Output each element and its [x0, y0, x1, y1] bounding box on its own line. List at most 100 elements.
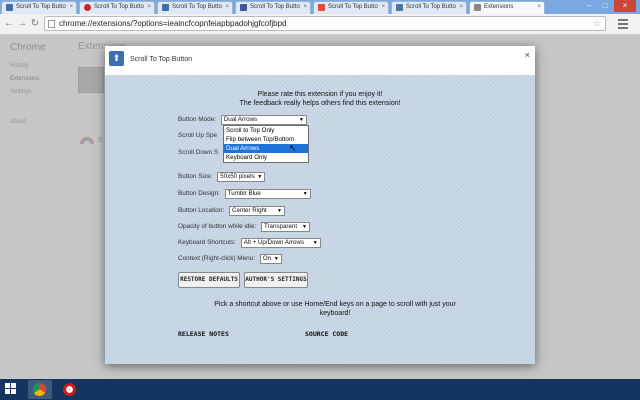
keyboard-shortcuts-value: Alt + Up/Down Arrows [243, 239, 305, 246]
tab-label: Scroll To Top Butto [172, 4, 222, 10]
chrome-logo-icon [33, 383, 46, 396]
back-icon[interactable]: ← [3, 17, 15, 31]
url-text: chrome://extensions/?options=ieaincfcopn… [59, 19, 287, 28]
options-panel: Please rate this extension if you enjoy … [105, 75, 535, 364]
tab-scroll-to-top-4[interactable]: Scroll To Top Butto × [235, 1, 311, 14]
tab-close-icon[interactable]: × [303, 2, 307, 13]
button-location-row: Button Location: Center Right ▼ [178, 206, 285, 216]
hint-line-1: Pick a shortcut above or use Home/End ke… [214, 301, 456, 308]
button-mode-value: Dual Arrows [223, 116, 258, 123]
dialog-title: Scroll To Top Button [130, 56, 193, 63]
options-dialog: ⬆ Scroll To Top Button × Please rate thi… [105, 46, 535, 364]
scroll-to-top-favicon-icon [162, 4, 169, 11]
scroll-up-speed-label: Scroll Up Spe [178, 132, 218, 139]
context-menu-row: Context (Right-click) Menu: On ▼ [178, 254, 282, 264]
facebook-favicon-icon [240, 4, 247, 11]
mode-option[interactable]: Keyboard Only [224, 153, 308, 162]
browser-toolbar: ← → ↻ chrome://extensions/?options=ieain… [0, 14, 640, 35]
button-location-label: Button Location: [178, 207, 225, 214]
scroll-down-speed-label: Scroll Down S [178, 149, 219, 156]
dialog-close-icon[interactable]: × [525, 50, 530, 60]
button-mode-row: Button Mode: Dual Arrows ▼ [178, 115, 307, 125]
tab-close-icon[interactable]: × [537, 2, 541, 13]
address-bar[interactable]: chrome://extensions/?options=ieaincfcopn… [44, 16, 606, 31]
button-design-value: Tumblr Blue [227, 190, 261, 197]
tab-label: Scroll To Top Butto [406, 4, 456, 10]
dropdown-arrow-icon: ▼ [312, 240, 318, 246]
source-code-link[interactable]: SOURCE CODE [305, 330, 348, 338]
tab-label: Scroll To Top Butto [250, 4, 300, 10]
dropdown-arrow-icon: ▼ [257, 174, 263, 180]
dropdown-arrow-icon: ▼ [273, 256, 279, 262]
opera-favicon-icon [84, 4, 91, 11]
tab-close-icon[interactable]: × [225, 2, 229, 13]
tab-label: Scroll To Top Butto [328, 4, 378, 10]
shortcut-hint: Pick a shortcut above or use Home/End ke… [185, 300, 485, 318]
windows-taskbar [0, 379, 640, 400]
reload-icon[interactable]: ↻ [29, 17, 41, 31]
tab-extensions[interactable]: Extensions × [469, 1, 545, 14]
release-notes-link[interactable]: RELEASE NOTES [178, 330, 229, 338]
maximize-icon[interactable]: □ [598, 0, 612, 12]
tab-label: Scroll To Top Butto [16, 4, 66, 10]
page-icon [48, 20, 55, 28]
opera-icon[interactable] [58, 380, 82, 399]
restore-defaults-button[interactable]: RESTORE DEFAULTS [178, 272, 240, 288]
hint-line-2: keyboard! [319, 310, 351, 317]
dropdown-arrow-icon: ▼ [298, 117, 304, 123]
chrome-icon[interactable] [28, 380, 52, 399]
context-menu-select[interactable]: On ▼ [259, 254, 282, 264]
button-mode-label: Button Mode: [178, 116, 217, 123]
rate-line-2: The feedback really helps others find th… [239, 100, 401, 107]
tab-close-icon[interactable]: × [459, 2, 463, 13]
opacity-label: Opacity of button while idle: [178, 223, 257, 230]
button-size-row: Button Size: 50x50 pixels ▼ [178, 172, 266, 182]
authors-settings-button[interactable]: AUTHOR'S SETTINGS [244, 272, 308, 288]
tab-close-icon[interactable]: × [381, 2, 385, 13]
tab-close-icon[interactable]: × [147, 2, 151, 13]
scroll-up-speed-row: Scroll Up Spe [178, 131, 217, 141]
window-close-icon[interactable]: × [614, 0, 636, 12]
button-size-select[interactable]: 50x50 pixels ▼ [217, 172, 266, 182]
keyboard-shortcuts-select[interactable]: Alt + Up/Down Arrows ▼ [240, 238, 321, 248]
keyboard-shortcuts-label: Keyboard Shortcuts: [178, 239, 236, 246]
opacity-select[interactable]: Transparent ▼ [260, 222, 310, 232]
context-menu-label: Context (Right-click) Menu: [178, 255, 256, 262]
dialog-header: ⬆ Scroll To Top Button × [105, 46, 535, 75]
dropdown-arrow-icon: ▼ [302, 191, 308, 197]
google-plus-favicon-icon [318, 4, 325, 11]
puzzle-favicon-icon [474, 4, 481, 11]
tab-scroll-to-top-6[interactable]: Scroll To Top Butto × [391, 1, 467, 14]
windows-start-icon[interactable] [5, 383, 17, 395]
tab-scroll-to-top-2[interactable]: Scroll To Top Butto × [79, 1, 155, 14]
bookmark-star-icon[interactable]: ☆ [593, 17, 601, 30]
button-design-row: Button Design: Tumblr Blue ▼ [178, 189, 311, 199]
rate-line-1: Please rate this extension if you enjoy … [257, 91, 383, 98]
scroll-to-top-icon: ⬆ [109, 51, 124, 66]
tab-scroll-to-top-5[interactable]: Scroll To Top Butto × [313, 1, 389, 14]
button-mode-select[interactable]: Dual Arrows ▼ [220, 115, 307, 125]
button-design-select[interactable]: Tumblr Blue ▼ [224, 189, 311, 199]
tab-scroll-to-top-3[interactable]: Scroll To Top Butto × [157, 1, 233, 14]
keyboard-shortcuts-row: Keyboard Shortcuts: Alt + Up/Down Arrows… [178, 238, 321, 248]
opera-logo-icon [63, 383, 76, 396]
tab-scroll-to-top-1[interactable]: Scroll To Top Butto × [1, 1, 77, 14]
tab-label: Scroll To Top Butto [94, 4, 144, 10]
scroll-to-top-favicon-icon [6, 4, 13, 11]
tab-label: Extensions [484, 4, 514, 10]
dropdown-arrow-icon: ▼ [301, 224, 307, 230]
vk-favicon-icon [396, 4, 403, 11]
chrome-menu-icon[interactable] [617, 18, 629, 30]
opacity-value: Transparent [263, 223, 298, 230]
tab-close-icon[interactable]: × [69, 2, 73, 13]
button-size-label: Button Size: [178, 173, 213, 180]
mode-option[interactable]: Scroll to Top Only [224, 126, 308, 135]
forward-icon[interactable]: → [16, 17, 28, 31]
button-design-label: Button Design: [178, 190, 220, 197]
opacity-row: Opacity of button while idle: Transparen… [178, 222, 310, 232]
tab-strip: Scroll To Top Butto × Scroll To Top Butt… [0, 0, 640, 14]
button-size-value: 50x50 pixels [220, 173, 255, 180]
button-location-select[interactable]: Center Right ▼ [228, 206, 285, 216]
mouse-cursor-icon: ↖ [289, 143, 297, 153]
minimize-icon[interactable]: – [582, 0, 596, 12]
